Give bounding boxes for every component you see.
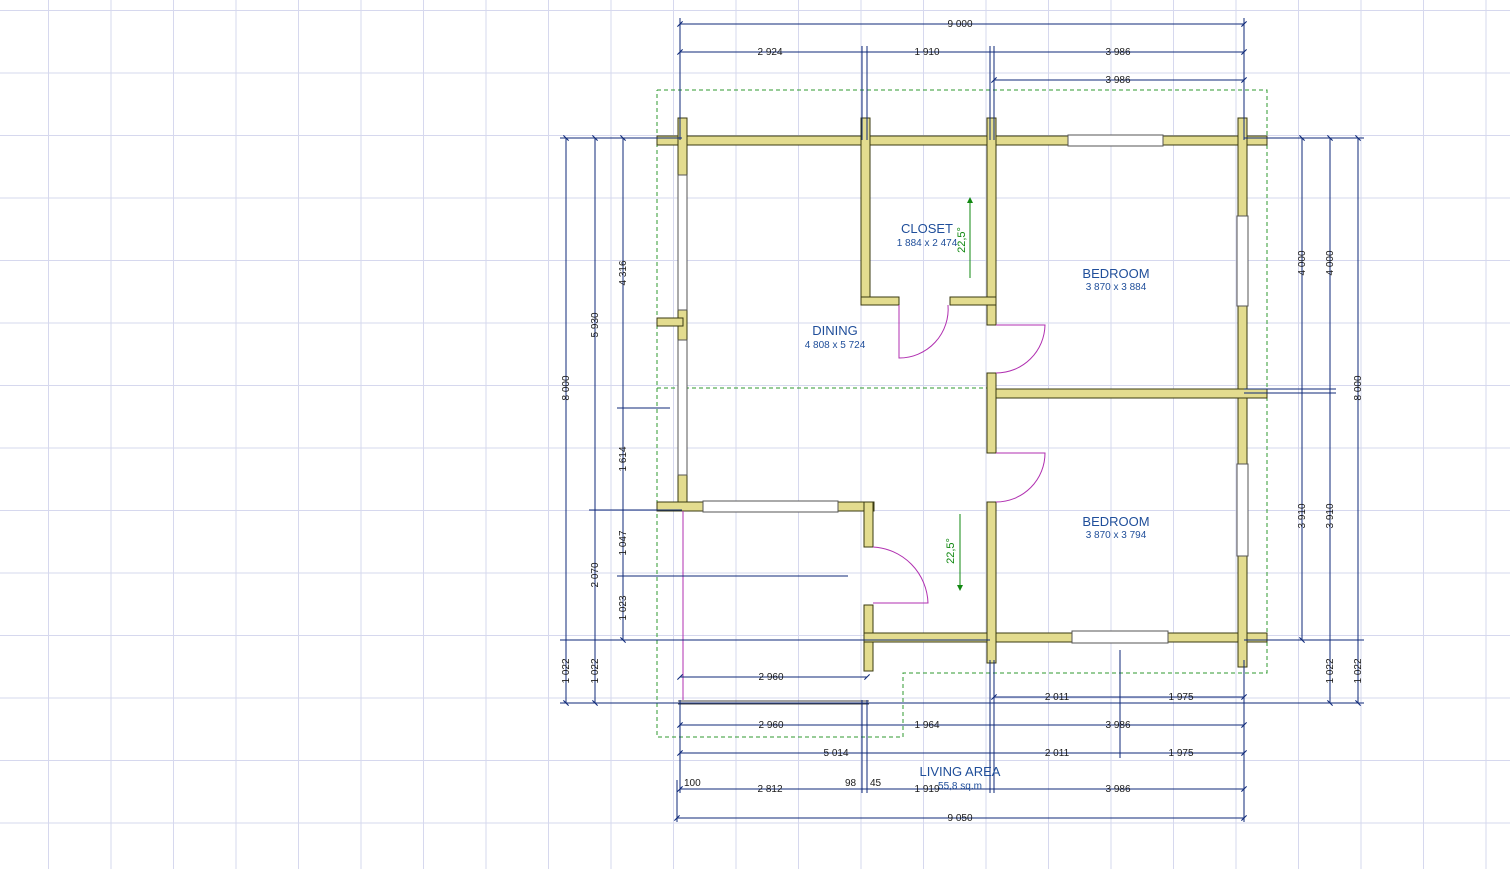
dim-right-1022b: 1 022: [1353, 658, 1364, 683]
dim-b4-3986: 3 986: [1105, 784, 1130, 795]
dining-size: 4 808 x 5 724: [805, 340, 866, 351]
dim-b2-1964: 1 964: [914, 720, 939, 731]
dim-left-2070: 2 070: [590, 562, 601, 587]
dim-b2-3986: 3 986: [1105, 720, 1130, 731]
dim-right-total: 8 000: [1353, 375, 1364, 400]
dim-b2-2960: 2 960: [758, 720, 783, 731]
dim-b4-2812: 2 812: [757, 784, 782, 795]
dim-left-1022b: 1 022: [590, 658, 601, 683]
dim-top-c: 3 986: [1105, 47, 1130, 58]
window-right-lower: [1236, 463, 1249, 557]
dim-right-1022a: 1 022: [1325, 658, 1336, 683]
window-left-lower: [677, 339, 688, 476]
dim-porch-2960: 2 960: [758, 672, 783, 683]
dim-top-b: 1 910: [914, 47, 939, 58]
dim-left-total: 8 000: [561, 375, 572, 400]
slope-labels: 22,5° 22,5°: [945, 227, 968, 564]
dim-right-4000a: 4 000: [1297, 250, 1308, 275]
dim-b4-98: 98: [845, 778, 857, 789]
dim-right-3910a: 3 910: [1297, 503, 1308, 528]
dim-top-c2: 3 986: [1105, 75, 1130, 86]
dim-top-a: 2 924: [757, 47, 782, 58]
window-bottom-bedroom: [1071, 630, 1169, 644]
dining-name: DINING: [812, 323, 858, 338]
slope-label-top: 22,5°: [956, 227, 968, 253]
dim-b4-1919: 1 919: [914, 784, 939, 795]
bedroom-top-size: 3 870 x 3 884: [1086, 282, 1147, 293]
closet-name: CLOSET: [901, 221, 953, 236]
slope-label-bottom: 22,5°: [945, 538, 957, 564]
walls: [656, 117, 1268, 672]
bedroom-top-name: BEDROOM: [1082, 266, 1149, 281]
living-name: LIVING AREA: [920, 764, 1001, 779]
bedroom-top-door: [995, 324, 1046, 374]
dim-left-5930: 5 930: [590, 312, 601, 337]
dim-left-1023: 1 023: [618, 595, 629, 620]
dim-right-3910b: 3 910: [1325, 503, 1336, 528]
dim-b3-5014: 5 014: [823, 748, 848, 759]
bedroom-bottom-door: [995, 452, 1046, 503]
window-porch: [702, 500, 839, 513]
window-left-upper: [677, 174, 688, 311]
dim-b3-2011: 2 011: [1045, 748, 1070, 759]
bedroom-bottom-name: BEDROOM: [1082, 514, 1149, 529]
dim-left-4316: 4 316: [618, 260, 629, 285]
dim-b3-1975: 1 975: [1168, 748, 1193, 759]
window-top-bedroom: [1067, 134, 1164, 147]
dim-top-total: 9 000: [947, 19, 972, 30]
living-size: 55,8 sq.m: [938, 781, 982, 792]
dim-bottom-total: 9 050: [947, 813, 972, 824]
window-right-upper: [1236, 215, 1249, 307]
dim-b4-100: 100: [684, 778, 701, 789]
floor-plan-canvas: 9 000 2 924 1 910 3 986 3 986 8 000 5 93…: [560, 18, 1364, 824]
roof-slope-arrows: [957, 197, 973, 591]
entry-door: [872, 546, 929, 604]
dim-right-4000b: 4 000: [1325, 250, 1336, 275]
dim-b1-1975: 1 975: [1168, 692, 1193, 703]
dim-b4-45: 45: [870, 778, 882, 789]
bedroom-bottom-size: 3 870 x 3 794: [1086, 530, 1147, 541]
dim-left-1022a: 1 022: [561, 658, 572, 683]
dim-left-1614: 1 614: [618, 446, 629, 471]
closet-size: 1 884 x 2 474: [897, 238, 958, 249]
dim-b1-2011: 2 011: [1045, 692, 1070, 703]
dim-left-1047: 1 047: [618, 530, 629, 555]
closet-door: [898, 304, 949, 359]
